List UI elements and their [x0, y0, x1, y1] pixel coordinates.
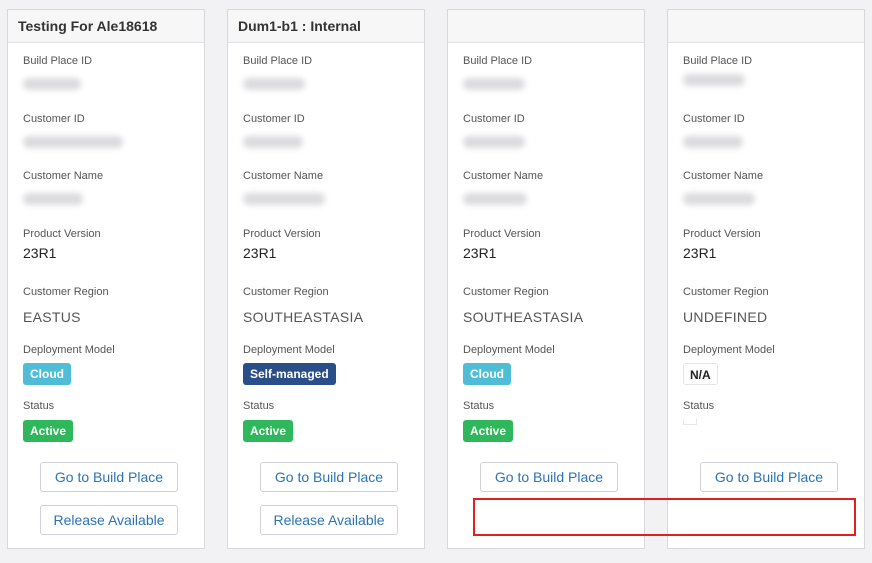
go-to-build-place-button[interactable]: Go to Build Place: [260, 462, 398, 492]
customer-id-label: Customer ID: [683, 113, 745, 125]
product-version-label: Product Version: [463, 228, 541, 240]
status-badge: Active: [463, 420, 514, 442]
status-label: Status: [463, 400, 495, 412]
customer-name-label: Customer Name: [463, 170, 544, 182]
product-version-label: Product Version: [243, 228, 321, 240]
status-label: Status: [243, 400, 275, 412]
customer-region-label: Customer Region: [463, 286, 549, 298]
customer-name-label: Customer Name: [243, 170, 324, 182]
deployment-model-badge: Self-managed: [243, 363, 336, 385]
customer-name-value-redacted: [23, 193, 83, 205]
customer-id-value-redacted: [243, 136, 303, 148]
deployment-model-label: Deployment Model: [683, 344, 775, 356]
build-place-id-value-redacted: [23, 78, 81, 90]
build-place-id-label: Build Place ID: [243, 55, 313, 67]
status-badge-empty: [683, 419, 697, 425]
go-to-build-place-button[interactable]: Go to Build Place: [40, 462, 178, 492]
build-place-card: Testing For Ale18618 Build Place ID Cust…: [7, 9, 205, 549]
customer-name-label: Customer Name: [683, 170, 764, 182]
highlight-box: [473, 498, 856, 536]
customer-region-label: Customer Region: [243, 286, 329, 298]
build-place-id-value-redacted: [683, 74, 745, 86]
customer-region-label: Customer Region: [683, 286, 769, 298]
build-place-card: Build Place ID Customer ID Customer Name…: [447, 9, 645, 549]
build-place-id-value-redacted: [243, 78, 305, 90]
customer-id-label: Customer ID: [23, 113, 85, 125]
release-available-button[interactable]: Release Available: [260, 505, 398, 535]
product-version-label: Product Version: [23, 228, 101, 240]
status-badge: Active: [243, 420, 294, 442]
customer-region-value: UNDEFINED: [683, 309, 768, 325]
customer-name-value-redacted: [463, 193, 527, 205]
go-to-build-place-button[interactable]: Go to Build Place: [700, 462, 838, 492]
deployment-model-badge: Cloud: [23, 363, 71, 385]
customer-region-value: EASTUS: [23, 309, 81, 325]
customer-name-value-redacted: [243, 193, 325, 205]
customer-name-value-redacted: [683, 193, 755, 205]
card-title: Dum1-b1 : Internal: [228, 10, 424, 43]
go-to-build-place-button[interactable]: Go to Build Place: [480, 462, 618, 492]
customer-region-value: SOUTHEASTASIA: [463, 309, 584, 325]
customer-id-label: Customer ID: [243, 113, 305, 125]
build-place-card: Build Place ID Customer ID Customer Name…: [667, 9, 865, 549]
build-place-id-label: Build Place ID: [463, 55, 533, 67]
status-badge: Active: [23, 420, 74, 442]
card-title: [448, 10, 644, 43]
deployment-model-badge: Cloud: [463, 363, 511, 385]
status-label: Status: [23, 400, 55, 412]
deployment-model-badge: N/A: [683, 363, 718, 385]
customer-id-value-redacted: [463, 136, 525, 148]
build-place-id-value-redacted: [463, 78, 525, 90]
build-place-id-label: Build Place ID: [23, 55, 93, 67]
build-place-id-label: Build Place ID: [683, 55, 753, 67]
customer-id-value-redacted: [683, 136, 743, 148]
customer-id-value-redacted: [23, 136, 123, 148]
release-available-button[interactable]: Release Available: [40, 505, 178, 535]
product-version-value: 23R1: [463, 245, 497, 261]
product-version-value: 23R1: [683, 245, 717, 261]
card-title: Testing For Ale18618: [8, 10, 204, 43]
customer-name-label: Customer Name: [23, 170, 104, 182]
product-version-value: 23R1: [243, 245, 277, 261]
deployment-model-label: Deployment Model: [23, 344, 115, 356]
customer-id-label: Customer ID: [463, 113, 525, 125]
card-title: [668, 10, 864, 43]
deployment-model-label: Deployment Model: [243, 344, 335, 356]
product-version-value: 23R1: [23, 245, 57, 261]
customer-region-value: SOUTHEASTASIA: [243, 309, 364, 325]
status-label: Status: [683, 400, 715, 412]
deployment-model-label: Deployment Model: [463, 344, 555, 356]
product-version-label: Product Version: [683, 228, 761, 240]
customer-region-label: Customer Region: [23, 286, 109, 298]
build-place-card: Dum1-b1 : Internal Build Place ID Custom…: [227, 9, 425, 549]
